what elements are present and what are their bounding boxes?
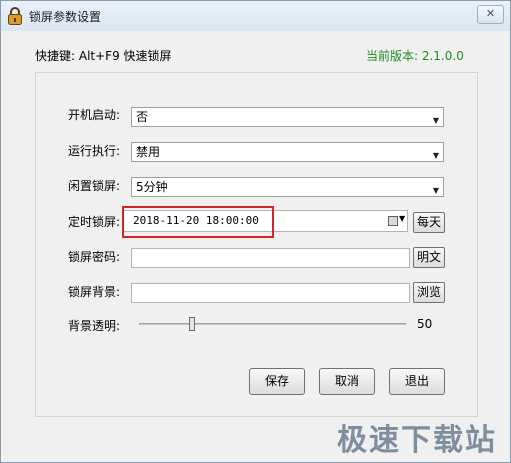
run-select[interactable]: 禁用 ▼ [131,142,444,162]
chevron-down-icon: ▼ [432,116,439,125]
close-icon: ✕ [485,7,496,20]
highlight-box [122,206,274,238]
hotkey-info: 快捷键: Alt+F9 快速锁屏 [35,49,172,63]
startup-selected-value: 否 [136,110,149,124]
chevron-down-icon: ▼ [432,151,439,160]
run-selected-value: 禁用 [136,145,161,159]
password-label: 锁屏密码: [68,250,121,264]
title-bar[interactable]: 锁屏参数设置 ✕ [1,1,510,31]
exit-button[interactable]: 退出 [389,368,445,395]
close-button[interactable]: ✕ [477,5,504,24]
opacity-value: 50 [417,317,433,331]
background-label: 锁屏背景: [68,285,121,299]
opacity-label: 背景透明: [68,319,121,333]
window-title: 锁屏参数设置 [29,10,102,24]
lock-settings-window: 锁屏参数设置 ✕ 快捷键: Alt+F9 快速锁屏 当前版本: 2.1.0.0 … [0,0,511,463]
daily-repeat-button[interactable]: 每天 [413,212,445,233]
show-password-button[interactable]: 明文 [413,247,445,268]
calendar-icon[interactable] [388,216,398,226]
version-info: 当前版本: 2.1.0.0 [366,49,464,63]
save-button[interactable]: 保存 [249,368,305,395]
chevron-down-icon: ▼ [432,186,439,195]
password-input[interactable] [131,248,410,268]
padlock-icon [8,7,22,25]
startup-label: 开机启动: [68,108,121,122]
run-label: 运行执行: [68,144,121,158]
opacity-slider-thumb[interactable] [189,317,196,331]
chevron-down-icon[interactable]: ▼ [399,214,405,223]
timer-label: 定时锁屏: [68,215,121,229]
idle-label: 闲置锁屏: [68,179,121,193]
browse-button[interactable]: 浏览 [413,282,445,303]
watermark-logo: 极速下载站 [337,423,497,458]
startup-select[interactable]: 否 ▼ [131,107,444,127]
idle-select[interactable]: 5分钟 ▼ [131,177,444,197]
opacity-slider-track[interactable] [139,323,406,325]
background-input[interactable] [131,283,410,303]
cancel-button[interactable]: 取消 [319,368,375,395]
idle-selected-value: 5分钟 [136,180,168,194]
